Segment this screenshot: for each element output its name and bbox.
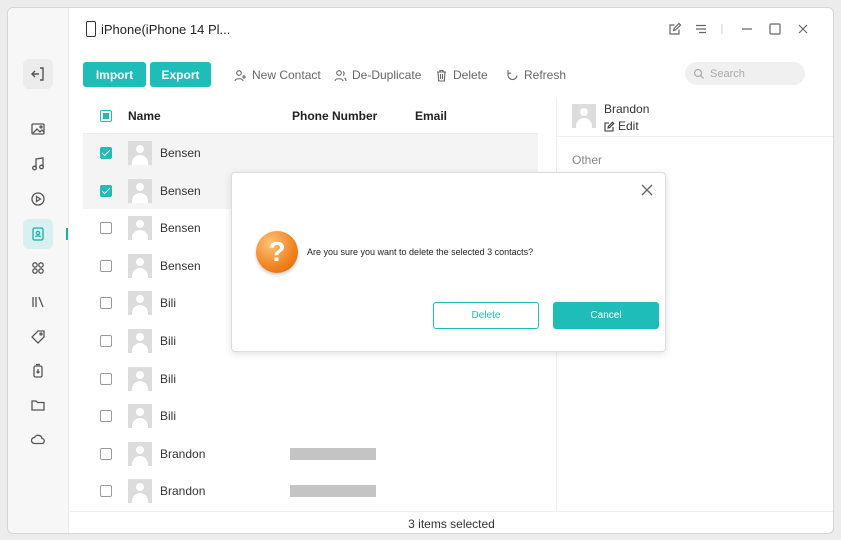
table-header: Name Phone Number Email bbox=[83, 98, 538, 134]
edit-icon bbox=[604, 121, 615, 132]
row-checkbox[interactable] bbox=[100, 410, 112, 423]
row-checkbox[interactable] bbox=[100, 184, 112, 197]
edit-button[interactable]: Edit bbox=[604, 119, 639, 133]
header-name[interactable]: Name bbox=[128, 109, 161, 123]
de-duplicate-label: De-Duplicate bbox=[352, 68, 422, 82]
video-icon[interactable] bbox=[23, 184, 53, 214]
delete-confirm-dialog: ? Are you sure you want to delete the se… bbox=[231, 172, 666, 352]
active-indicator bbox=[66, 228, 68, 240]
export-button[interactable]: Export bbox=[150, 62, 211, 87]
dialog-message: Are you sure you want to delete the sele… bbox=[307, 247, 534, 257]
row-checkbox[interactable] bbox=[100, 335, 112, 347]
phone-number-redacted bbox=[290, 485, 376, 498]
divider bbox=[713, 20, 731, 38]
device-title[interactable]: iPhone(iPhone 14 Pl... bbox=[101, 22, 230, 37]
cloud-icon[interactable] bbox=[23, 424, 53, 454]
avatar bbox=[128, 479, 152, 504]
row-checkbox[interactable] bbox=[100, 222, 112, 235]
header-email[interactable]: Email bbox=[415, 109, 447, 123]
merge-person-icon bbox=[334, 69, 347, 81]
trash-icon bbox=[437, 69, 446, 82]
dialog-delete-button[interactable]: Delete bbox=[433, 302, 539, 329]
refresh-icon bbox=[507, 69, 518, 80]
phone-number-redacted bbox=[290, 447, 376, 460]
title-bar: iPhone(iPhone 14 Pl... bbox=[70, 8, 833, 52]
row-checkbox[interactable] bbox=[100, 259, 112, 272]
contact-name: Bensen bbox=[160, 146, 201, 160]
table-row[interactable]: Brandon bbox=[83, 472, 538, 510]
apps-icon[interactable] bbox=[23, 253, 53, 283]
minimize-icon[interactable] bbox=[738, 20, 756, 38]
delete-button[interactable]: Delete bbox=[435, 67, 488, 83]
contact-name: Brandon bbox=[160, 446, 206, 461]
row-checkbox[interactable] bbox=[100, 147, 112, 159]
contact-name: Brandon bbox=[160, 484, 206, 499]
tags-icon[interactable] bbox=[23, 322, 53, 352]
table-row[interactable]: Brandon bbox=[83, 435, 538, 473]
add-person-icon bbox=[234, 69, 246, 81]
delete-label: Delete bbox=[453, 68, 488, 82]
maximize-icon[interactable] bbox=[766, 20, 784, 38]
menu-icon[interactable] bbox=[692, 20, 710, 38]
refresh-button[interactable]: Refresh bbox=[506, 67, 566, 83]
divider bbox=[557, 136, 833, 137]
backup-icon[interactable] bbox=[23, 356, 53, 386]
search-placeholder: Search bbox=[710, 67, 745, 80]
contact-name: Bili bbox=[160, 334, 177, 348]
question-icon: ? bbox=[256, 231, 298, 273]
back-icon[interactable] bbox=[23, 59, 53, 89]
avatar bbox=[128, 178, 152, 203]
avatar bbox=[128, 366, 152, 391]
avatar bbox=[572, 104, 596, 128]
row-checkbox[interactable] bbox=[100, 372, 112, 385]
avatar bbox=[128, 404, 152, 429]
refresh-label: Refresh bbox=[524, 68, 567, 82]
dialog-cancel-button[interactable]: Cancel bbox=[553, 302, 659, 329]
status-bar: 3 items selected bbox=[70, 511, 833, 533]
close-icon[interactable] bbox=[794, 20, 812, 38]
dialog-close-icon[interactable] bbox=[640, 183, 654, 197]
contact-name: Bili bbox=[160, 296, 177, 311]
contact-name: Bili bbox=[160, 409, 177, 424]
detail-contact-name: Brandon bbox=[604, 102, 650, 116]
row-checkbox[interactable] bbox=[100, 485, 112, 498]
avatar bbox=[128, 291, 152, 316]
de-duplicate-button[interactable]: De-Duplicate bbox=[334, 67, 421, 83]
contact-name: Bensen bbox=[160, 183, 201, 198]
selection-count: 3 items selected bbox=[408, 516, 495, 531]
toolbar: Import Export New Contact De-Duplicate D… bbox=[70, 55, 833, 97]
contact-name: Bili bbox=[160, 371, 177, 386]
import-button[interactable]: Import bbox=[83, 62, 146, 87]
contacts-icon[interactable] bbox=[23, 219, 53, 249]
contact-name: Bensen bbox=[160, 221, 201, 236]
new-contact-label: New Contact bbox=[252, 68, 321, 82]
row-checkbox[interactable] bbox=[100, 447, 112, 460]
table-row[interactable]: Bili bbox=[83, 397, 538, 435]
books-icon[interactable] bbox=[23, 287, 53, 317]
avatar bbox=[128, 253, 152, 278]
contact-name: Bensen bbox=[160, 258, 201, 273]
avatar bbox=[128, 441, 152, 466]
avatar bbox=[128, 216, 152, 241]
select-all-checkbox[interactable] bbox=[100, 110, 112, 122]
new-contact-button[interactable]: New Contact bbox=[234, 67, 321, 83]
edit-label: Edit bbox=[618, 119, 639, 133]
phone-icon bbox=[86, 21, 96, 37]
section-label-other: Other bbox=[572, 153, 603, 167]
row-checkbox[interactable] bbox=[100, 297, 112, 310]
header-phone[interactable]: Phone Number bbox=[292, 109, 377, 123]
table-row[interactable]: Bili bbox=[83, 360, 538, 398]
search-icon bbox=[693, 68, 704, 79]
avatar bbox=[128, 329, 152, 353]
photos-icon[interactable] bbox=[23, 114, 53, 144]
music-icon[interactable] bbox=[23, 149, 53, 179]
search-input[interactable]: Search bbox=[685, 62, 805, 85]
avatar bbox=[128, 141, 152, 165]
sidebar bbox=[8, 8, 69, 533]
feedback-icon[interactable] bbox=[666, 20, 684, 38]
table-row[interactable]: Bensen bbox=[83, 134, 538, 172]
files-icon[interactable] bbox=[23, 390, 53, 420]
